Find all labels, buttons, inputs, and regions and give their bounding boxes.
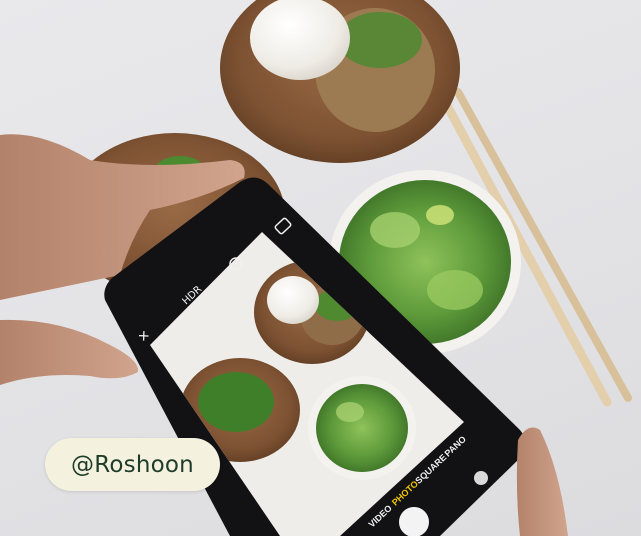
camera-flip-icon[interactable] <box>474 471 488 485</box>
photo-scene: ✕ HDR VIDEO PHOTO SQUARE PANO @Roshoon <box>0 0 641 536</box>
left-thumb <box>0 319 139 385</box>
right-thumb <box>516 427 568 536</box>
username-badge: @Roshoon <box>45 438 220 491</box>
shutter-button-icon[interactable] <box>397 505 431 536</box>
username-label: @Roshoon <box>71 451 194 478</box>
scallion-garnish <box>338 12 422 68</box>
